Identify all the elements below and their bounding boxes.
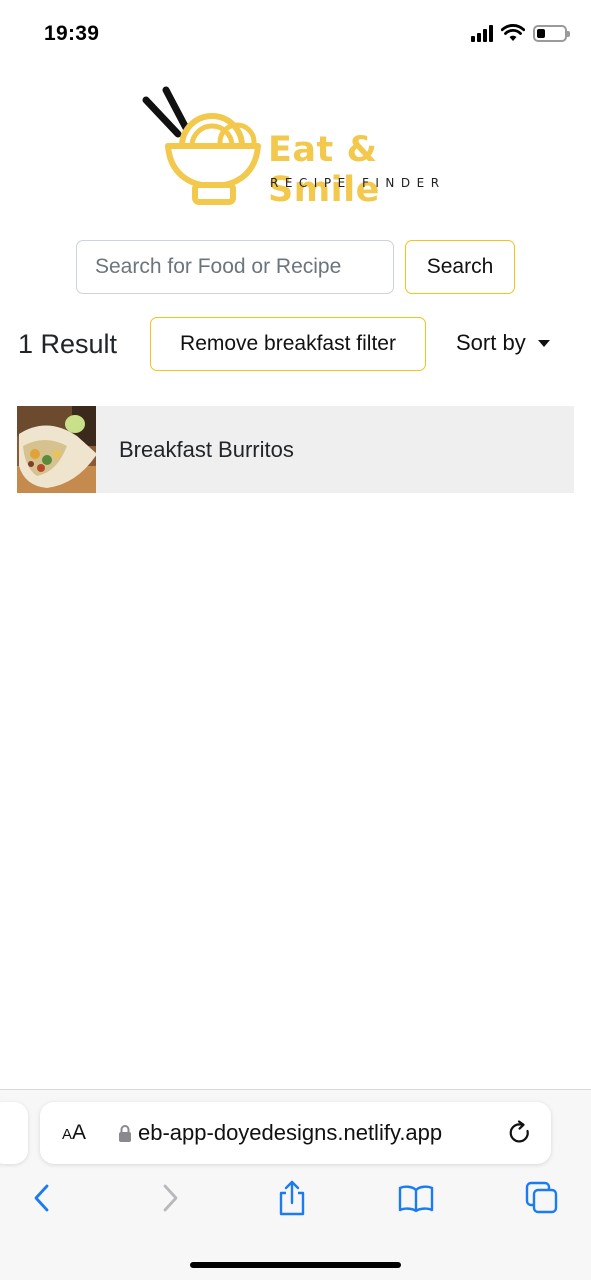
logo-subtitle: RECIPE FINDER: [270, 176, 446, 190]
wifi-icon: [501, 24, 525, 41]
search-button[interactable]: Search: [405, 240, 515, 294]
forward-icon[interactable]: [152, 1180, 188, 1216]
bookmarks-icon[interactable]: [398, 1180, 434, 1216]
caret-down-icon: [537, 339, 550, 347]
status-bar: 19:39: [0, 0, 591, 70]
recipe-thumbnail: [17, 406, 96, 493]
reload-icon[interactable]: [507, 1120, 533, 1146]
previous-tab-peek[interactable]: [0, 1102, 28, 1164]
result-count: 1 Result: [18, 329, 118, 359]
recipe-card[interactable]: Breakfast Burritos: [17, 406, 574, 493]
browser-toolbar: AA eb-app-doyedesigns.netlify.app: [0, 1089, 591, 1280]
logo-title: Eat & Smile: [268, 130, 380, 210]
sort-dropdown[interactable]: Sort by: [456, 330, 550, 356]
home-indicator: [190, 1262, 401, 1268]
status-icons: [471, 24, 570, 42]
url-text: eb-app-doyedesigns.netlify.app: [138, 1120, 443, 1145]
noodle-bowl-icon: [142, 86, 261, 205]
tabs-icon[interactable]: [524, 1180, 560, 1216]
recipe-title: Breakfast Burritos: [119, 436, 294, 462]
address-bar[interactable]: AA eb-app-doyedesigns.netlify.app: [40, 1102, 551, 1164]
text-size-small-label: A: [62, 1126, 73, 1143]
sort-label: Sort by: [456, 330, 526, 355]
back-icon[interactable]: [24, 1180, 60, 1216]
status-time: 19:39: [44, 22, 100, 45]
lock-icon: [119, 1125, 131, 1142]
safari-toolbar: [0, 1180, 591, 1224]
cellular-signal-icon: [471, 24, 493, 42]
app-logo[interactable]: Eat & Smile RECIPE FINDER: [140, 84, 480, 210]
text-size-large-label: A: [72, 1121, 87, 1144]
share-icon[interactable]: [274, 1180, 310, 1216]
remove-filter-button[interactable]: Remove breakfast filter: [150, 317, 426, 371]
battery-icon: [533, 24, 570, 42]
search-input[interactable]: [76, 240, 394, 294]
text-size-button[interactable]: AA: [62, 1121, 96, 1145]
